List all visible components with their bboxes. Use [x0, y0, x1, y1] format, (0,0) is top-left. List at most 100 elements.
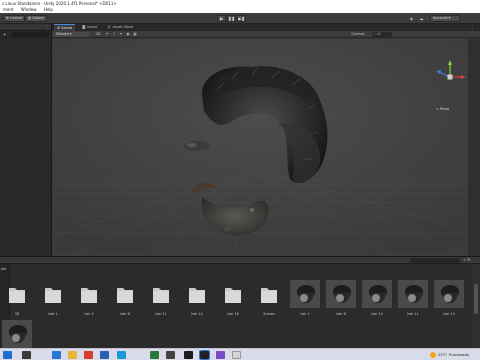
asset-folder[interactable]: Scenes	[252, 279, 286, 316]
asset-label: hair 10	[371, 312, 383, 316]
file-explorer-icon[interactable]	[68, 351, 77, 359]
os-taskbar: 23°C Ensolarado	[0, 348, 480, 360]
orientation-gizmo[interactable]	[432, 59, 468, 95]
asset-label: hair 6	[120, 312, 130, 316]
2d-toggle[interactable]: 2D	[94, 31, 102, 38]
window-title: s Linux Standalone - Unity 2020.1.4f1 Pe…	[0, 0, 480, 7]
tab-scene[interactable]: # Scene	[54, 24, 76, 31]
hierarchy-header: ⋮	[0, 24, 51, 31]
scene-tab-menu[interactable]: ⋮	[468, 24, 478, 31]
scene-viewport[interactable]: < Persp	[52, 39, 468, 256]
asset-label: hair 2	[84, 312, 94, 316]
lighting-icon[interactable]: ☀	[104, 31, 110, 38]
pivot-center-button[interactable]: ⊕ Center	[3, 15, 26, 22]
asset-folder[interactable]: hair 1	[36, 279, 70, 316]
asset-label: hair 1	[300, 312, 310, 316]
effects-icon[interactable]: ✦	[118, 31, 124, 38]
scene-toolbar: Shaded ▾ 2D ☀ ♪ ✦ ◉ ▦ Gizmos ⌕ All	[52, 31, 480, 38]
audio-icon[interactable]: ♪	[111, 31, 117, 38]
shading-mode-dropdown[interactable]: Shaded ▾	[54, 32, 89, 37]
project-toolbar-icons: + ☰	[463, 257, 470, 264]
weather-temperature[interactable]: 23°C	[438, 349, 447, 360]
hair-prefab-icon	[2, 320, 32, 348]
eyebrow-mesh	[184, 141, 210, 151]
scene-tab-strip: # Scene ◙ Game 🛒 Asset Store ⋮	[52, 24, 480, 31]
asset-folder[interactable]: hair 16	[216, 279, 250, 316]
main-toolbar: ⊕ Center ◍ Global ▶ ❚❚ ▶❚ ◈ ☁ Account ▾	[0, 13, 480, 24]
hierarchy-panel: ⋮ +	[0, 24, 52, 256]
folder-icon	[189, 288, 205, 303]
play-icon: ▶	[219, 16, 224, 21]
excel-icon[interactable]	[150, 351, 159, 359]
scene-view-canvas	[52, 39, 468, 256]
project-scrollbar[interactable]	[472, 264, 480, 349]
project-header: + ☰	[0, 257, 480, 264]
photos-icon[interactable]	[117, 351, 126, 359]
project-panel: + ☰ ets 3D hair 1 hair 2 hair 6 hair 11 hair …	[0, 256, 480, 349]
asset-folder[interactable]: 3D	[0, 279, 34, 316]
steam-icon[interactable]	[166, 351, 175, 359]
chat-icon[interactable]	[216, 351, 225, 359]
app-icon[interactable]	[184, 351, 193, 359]
hair-prefab-icon	[434, 280, 464, 308]
hierarchy-toolbar: +	[0, 31, 51, 38]
grid-toggle-icon[interactable]: ▦	[132, 31, 138, 38]
edge-icon[interactable]	[52, 351, 61, 359]
list-view-icon[interactable]: ☰	[467, 258, 470, 262]
view-mode-label[interactable]: < Persp	[436, 107, 449, 111]
gizmos-dropdown[interactable]: Gizmos	[349, 31, 367, 38]
weather-icon	[430, 352, 436, 358]
add-object-button[interactable]: +	[3, 31, 6, 38]
viewport-scrollbar[interactable]	[468, 39, 480, 256]
hidden-objects-icon[interactable]: ◉	[125, 31, 131, 38]
search-icon[interactable]	[22, 351, 31, 359]
asset-folder[interactable]: hair 12	[180, 279, 214, 316]
folder-icon	[153, 288, 169, 303]
scene-search-input[interactable]: ⌕ All	[372, 32, 392, 37]
asset-label: hair 1	[48, 312, 58, 316]
step-button[interactable]: ▶❚	[237, 15, 246, 22]
asset-prefab[interactable]: hair 11	[396, 279, 430, 316]
play-button[interactable]: ▶	[217, 15, 226, 22]
asset-prefab[interactable]: hair 1	[288, 279, 322, 316]
opera-icon[interactable]	[84, 351, 93, 359]
tab-game[interactable]: ◙ Game	[79, 24, 100, 31]
hair-prefab-icon	[290, 280, 320, 308]
asset-folder[interactable]: hair 2	[72, 279, 106, 316]
tab-asset-store[interactable]: 🛒 Asset Store	[104, 24, 136, 31]
asset-label: 3D	[14, 312, 20, 316]
start-icon[interactable]	[3, 351, 12, 359]
collab-icon[interactable]: ◈	[408, 15, 415, 22]
word-icon[interactable]	[100, 351, 109, 359]
hair-prefab-icon	[326, 280, 356, 308]
asset-prefab[interactable]: hair 13	[432, 279, 466, 316]
app-generic-icon[interactable]	[232, 351, 241, 359]
asset-label: hair 6	[336, 312, 346, 316]
account-button[interactable]: Account ▾	[430, 15, 460, 22]
add-asset-icon[interactable]: +	[463, 258, 466, 262]
scene-panel: # Scene ◙ Game 🛒 Asset Store ⋮ Shaded ▾ …	[52, 24, 480, 256]
asset-label: hair 12	[191, 312, 203, 316]
asset-prefab[interactable]: hair 10	[360, 279, 394, 316]
pause-button[interactable]: ❚❚	[227, 15, 236, 22]
panel-menu-icon[interactable]: ⋮	[45, 24, 49, 31]
unity-icon[interactable]	[199, 350, 210, 360]
scroll-thumb[interactable]	[474, 284, 478, 314]
asset-label: Scenes	[263, 312, 275, 316]
asset-prefab[interactable]: hair 6	[324, 279, 358, 316]
pause-icon: ❚❚	[228, 16, 235, 21]
step-icon: ▶❚	[238, 16, 245, 21]
hierarchy-search-input[interactable]	[12, 32, 49, 37]
cloud-icon[interactable]: ☁	[418, 15, 425, 22]
asset-folder[interactable]: hair 11	[144, 279, 178, 316]
asset-label: hair 11	[407, 312, 419, 316]
folder-icon	[45, 288, 61, 303]
asset-folder[interactable]: hair 6	[108, 279, 142, 316]
weather-description[interactable]: Ensolarado	[449, 349, 469, 360]
axis-gizmo-icon	[436, 60, 466, 80]
folder-icon	[261, 288, 277, 303]
project-search-input[interactable]	[410, 258, 460, 263]
global-local-button[interactable]: ◍ Global	[25, 15, 47, 22]
folder-icon	[81, 288, 97, 303]
grid-icon: #	[57, 26, 61, 30]
